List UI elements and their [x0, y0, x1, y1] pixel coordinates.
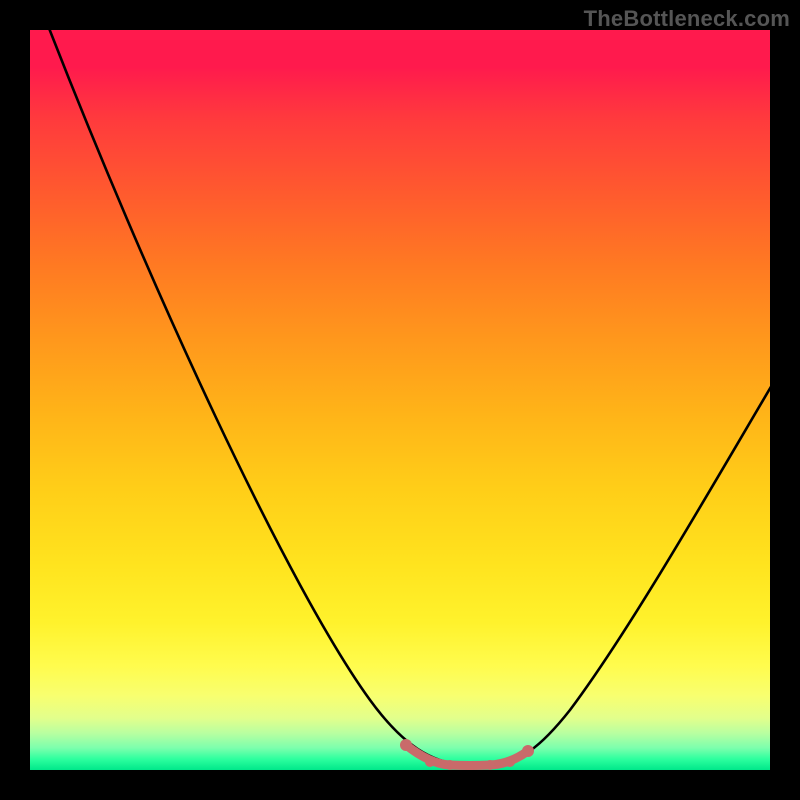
plot-area	[30, 30, 770, 770]
chart-stage: TheBottleneck.com	[0, 0, 800, 800]
curve-overlay	[30, 30, 770, 770]
watermark-text: TheBottleneck.com	[584, 6, 790, 32]
right-curve	[492, 380, 770, 765]
left-curve	[40, 30, 465, 765]
